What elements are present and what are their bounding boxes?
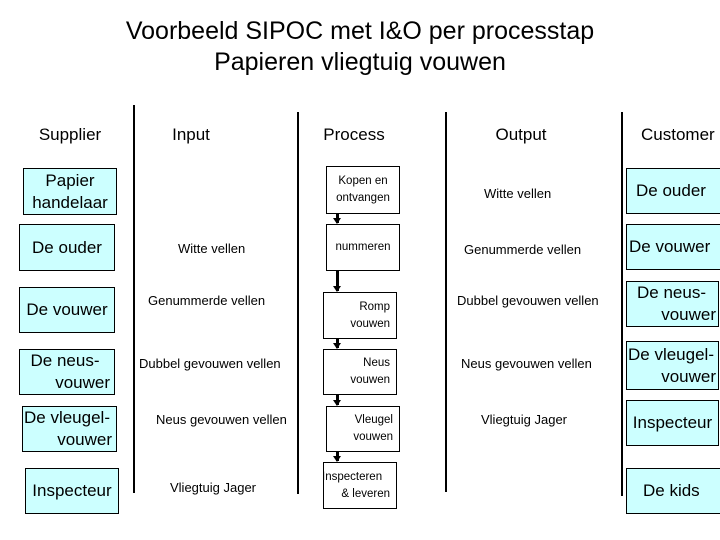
- process-step-label: Inspecteren: [322, 470, 383, 483]
- supplier-label-line: vouwer: [55, 373, 110, 392]
- divider-output-customer: [621, 112, 623, 496]
- process-step-label: Neus: [363, 357, 390, 369]
- output-item: Witte vellen: [484, 186, 552, 201]
- supplier-box: De vleugel- vouwer: [22, 406, 117, 452]
- process-step-label: vouwen: [350, 374, 390, 386]
- diagram-title: Voorbeeld SIPOC met I&O per processtap: [125, 17, 595, 45]
- process-step-label: Vleugel: [354, 414, 393, 426]
- customer-box: De ouder: [626, 168, 720, 214]
- divider-process-output: [445, 112, 447, 492]
- process-step-label: ontvangen: [336, 192, 390, 204]
- header-customer: Customer: [641, 125, 715, 144]
- supplier-label-line: handelaar: [32, 192, 108, 212]
- supplier-box: De neus- vouwer: [19, 349, 115, 395]
- input-item: Dubbel gevouwen vellen: [139, 356, 281, 371]
- supplier-box: Inspecteur: [25, 468, 119, 514]
- output-item: Vliegtuig Jager: [481, 412, 567, 427]
- supplier-label-line: Inspecteur: [32, 481, 112, 500]
- output-item: Dubbel gevouwen vellen: [457, 293, 599, 308]
- flow-arrow-icon: [333, 271, 340, 292]
- customer-label-line: vouwer: [661, 305, 716, 324]
- customer-label-line: De vleugel-: [628, 344, 714, 364]
- supplier-label-line: De vouwer: [26, 300, 108, 319]
- supplier-label-line: vouwer: [57, 430, 112, 449]
- input-item: Vliegtuig Jager: [170, 480, 256, 495]
- supplier-label-line: De neus-: [30, 351, 100, 370]
- process-step-label: Kopen en: [338, 175, 388, 187]
- flow-arrow-icon: [333, 214, 340, 224]
- supplier-box: De ouder: [19, 224, 115, 271]
- process-step-box: Vleugel vouwen: [326, 406, 400, 452]
- process-step-label: Romp: [359, 300, 390, 313]
- supplier-box: De vouwer: [19, 287, 115, 333]
- customer-box: De vouwer: [626, 224, 720, 270]
- customer-label-line: vouwer: [661, 366, 716, 386]
- customer-label-line: De vouwer: [629, 237, 711, 256]
- process-step-label: vouwen: [350, 317, 390, 330]
- input-item: Witte vellen: [178, 241, 246, 256]
- customer-box: Inspecteur: [626, 400, 719, 446]
- customer-label-line: Inspecteur: [632, 413, 713, 432]
- supplier-label-line: De vleugel-: [24, 408, 110, 427]
- process-step-box: nummeren: [326, 224, 400, 271]
- customer-box: De vleugel- vouwer: [626, 341, 719, 390]
- customer-box: De neus- vouwer: [626, 281, 719, 327]
- input-item: Neus gevouwen vellen: [156, 412, 287, 427]
- diagram-subtitle: Papieren vliegtuig vouwen: [214, 48, 506, 76]
- process-step-box: Inspecteren & leveren: [322, 462, 397, 509]
- header-output: Output: [495, 125, 547, 144]
- output-item: Neus gevouwen vellen: [461, 356, 592, 371]
- supplier-label-line: Papier: [45, 170, 95, 190]
- process-step-label: nummeren: [335, 241, 391, 253]
- customer-label-line: De neus-: [637, 283, 706, 302]
- output-item: Genummerde vellen: [464, 242, 582, 257]
- flow-arrow-icon: [333, 452, 340, 462]
- header-process: Process: [323, 125, 385, 144]
- header-input: Input: [172, 125, 210, 144]
- supplier-box: Papier handelaar: [23, 168, 117, 215]
- process-step-box: Kopen en ontvangen: [326, 166, 400, 214]
- process-step-label: vouwen: [353, 431, 393, 443]
- divider-input-process: [297, 112, 299, 494]
- process-step-label: & leveren: [341, 487, 390, 500]
- supplier-label-line: De ouder: [32, 237, 102, 257]
- flow-arrow-icon: [333, 395, 340, 406]
- customer-label-line: De kids: [643, 481, 700, 500]
- customer-box: De kids: [626, 468, 720, 514]
- process-step-box: Neus vouwen: [323, 349, 397, 395]
- process-step-box: Romp vouwen: [323, 292, 397, 339]
- header-supplier: Supplier: [38, 125, 102, 144]
- flow-arrow-icon: [333, 339, 340, 349]
- customer-label-line: De ouder: [636, 181, 706, 200]
- input-item: Genummerde vellen: [148, 293, 266, 308]
- divider-supplier-input: [133, 105, 135, 493]
